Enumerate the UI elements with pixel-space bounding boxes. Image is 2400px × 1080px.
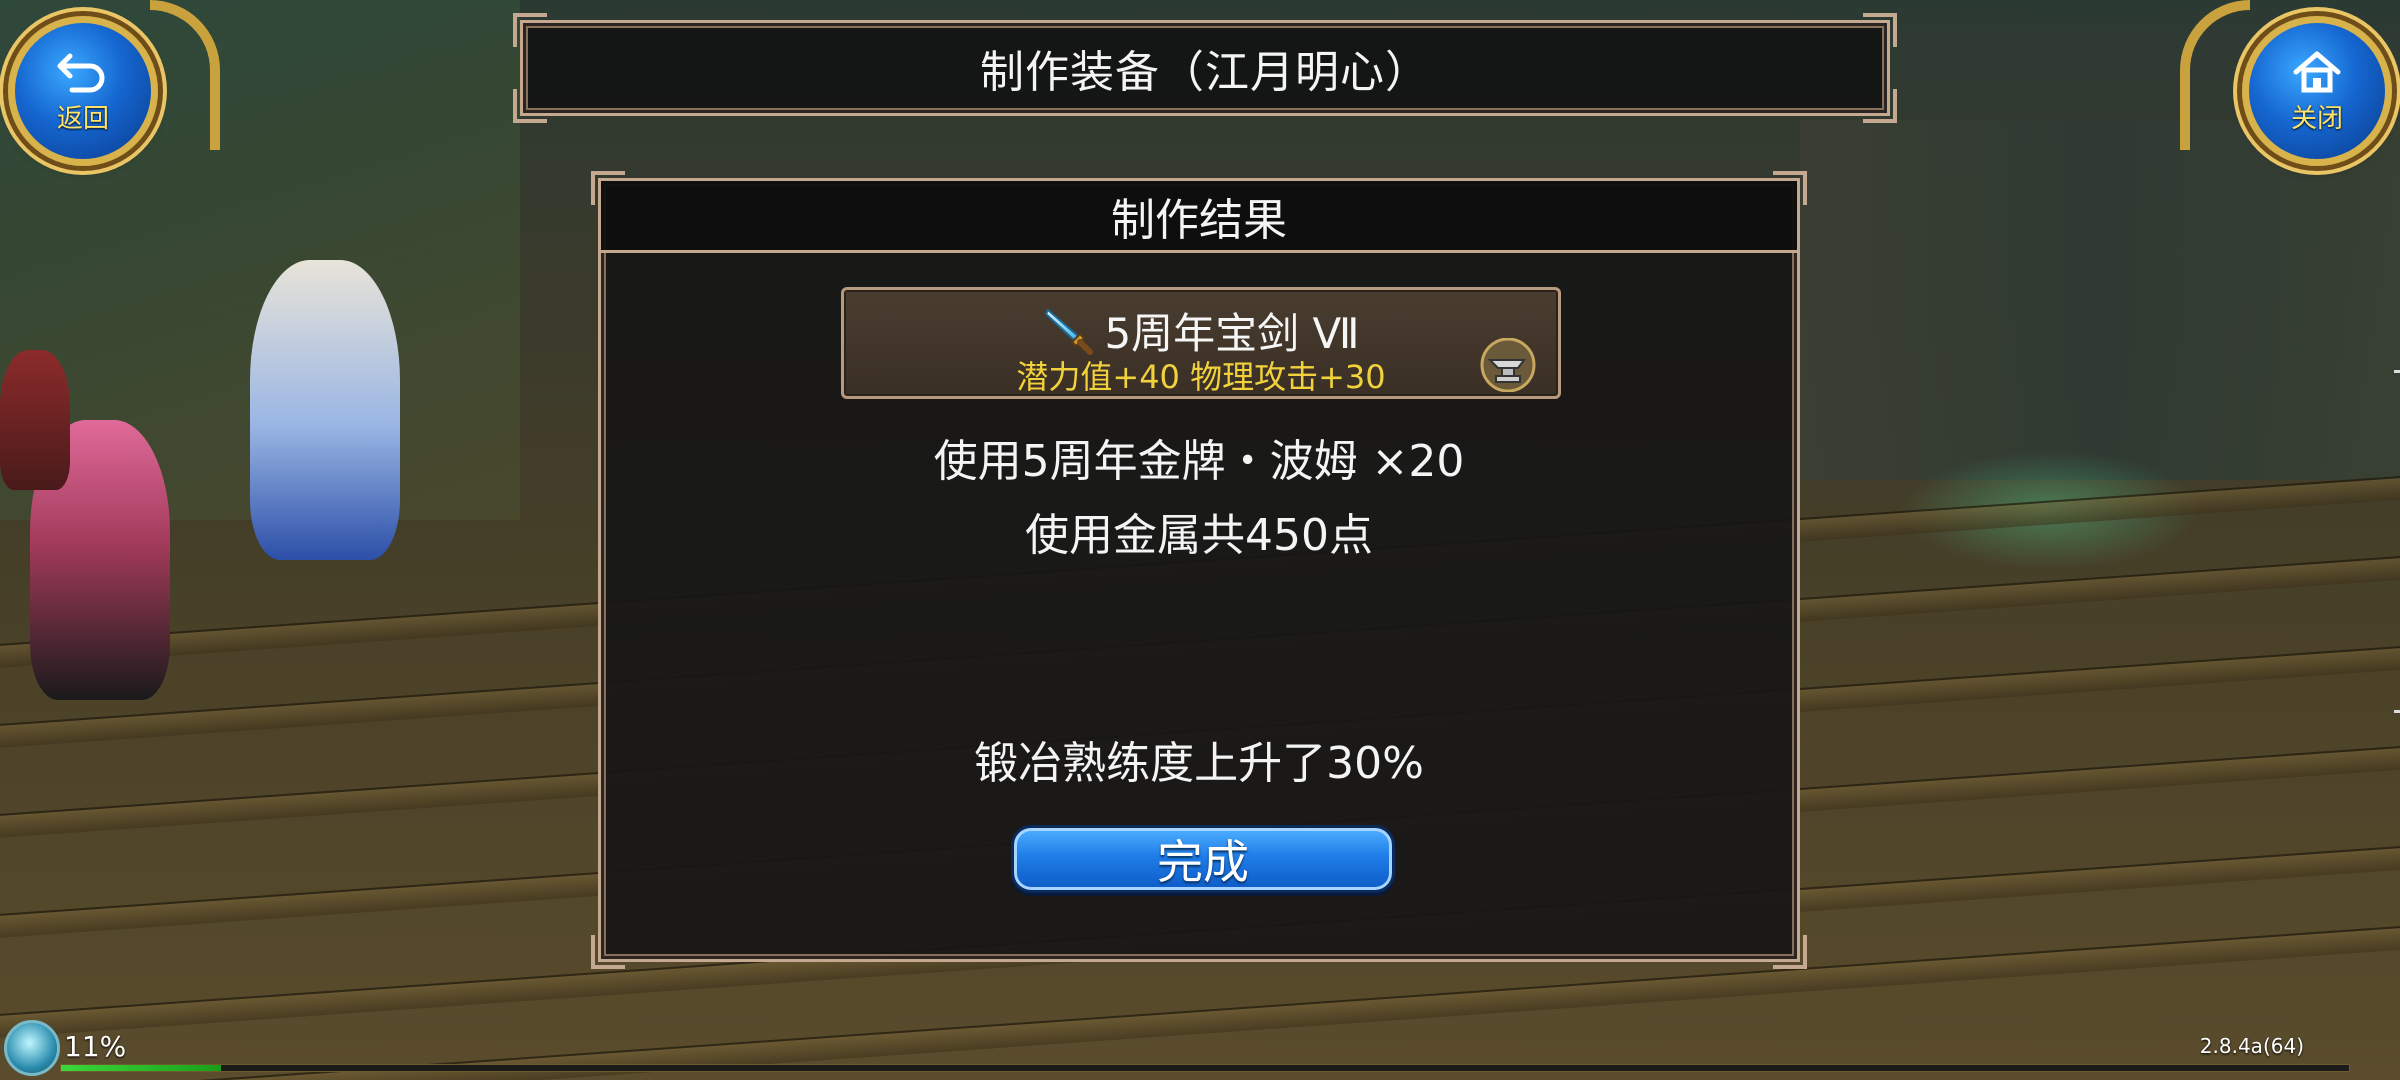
xp-percent: 11% xyxy=(64,1030,127,1063)
back-arrow-icon xyxy=(57,53,105,92)
metal-used-text: 使用金属共450点 xyxy=(1025,510,1373,561)
panel-titlebar: 制作结果 xyxy=(601,181,1797,253)
xp-bar-fill xyxy=(61,1065,222,1071)
back-button[interactable]: 返回 xyxy=(8,16,158,166)
back-button-label: 返回 xyxy=(56,103,109,134)
craft-result-panel: 制作结果 5周年宝剑 Ⅶ 潜力值+40 物理攻击+30 使用5周年金牌・波姆 ×… xyxy=(591,171,1807,969)
close-button-label: 关闭 xyxy=(2290,103,2343,134)
xp-bar xyxy=(60,1064,2350,1072)
header-bar: 制作装备（江月明心） xyxy=(513,13,1897,123)
page-title: 制作装备（江月明心） xyxy=(980,47,1430,98)
scene-wall-right xyxy=(1800,120,2400,480)
status-orb-icon[interactable] xyxy=(4,1020,60,1076)
panel-title: 制作结果 xyxy=(1111,194,1287,246)
crafted-item-card[interactable]: 5周年宝剑 Ⅶ 潜力值+40 物理攻击+30 xyxy=(841,287,1561,399)
frame-corner xyxy=(591,935,625,969)
version-label: 2.8.4a(64) xyxy=(2199,1034,2304,1058)
home-icon xyxy=(2293,51,2341,92)
frame-corner xyxy=(513,13,547,47)
material-used-text: 使用5周年金牌・波姆 ×20 xyxy=(933,436,1465,487)
frame-corner xyxy=(1773,935,1807,969)
frame-corner xyxy=(1863,89,1897,123)
npc-character[interactable] xyxy=(250,260,400,560)
done-button-label: 完成 xyxy=(1157,835,1249,889)
frame-corner xyxy=(513,89,547,123)
done-button[interactable]: 完成 xyxy=(1011,825,1395,893)
proficiency-gain-text: 锻冶熟练度上升了30% xyxy=(974,738,1424,789)
frame-corner xyxy=(1863,13,1897,47)
edge-marker xyxy=(2394,370,2400,373)
close-button[interactable]: 关闭 xyxy=(2242,16,2392,166)
item-stats: 潜力值+40 物理攻击+30 xyxy=(1016,358,1386,396)
sword-icon xyxy=(1045,307,1094,355)
edge-marker xyxy=(2394,710,2400,713)
anvil-icon xyxy=(1480,338,1536,392)
npc-character-edge[interactable] xyxy=(0,350,70,490)
